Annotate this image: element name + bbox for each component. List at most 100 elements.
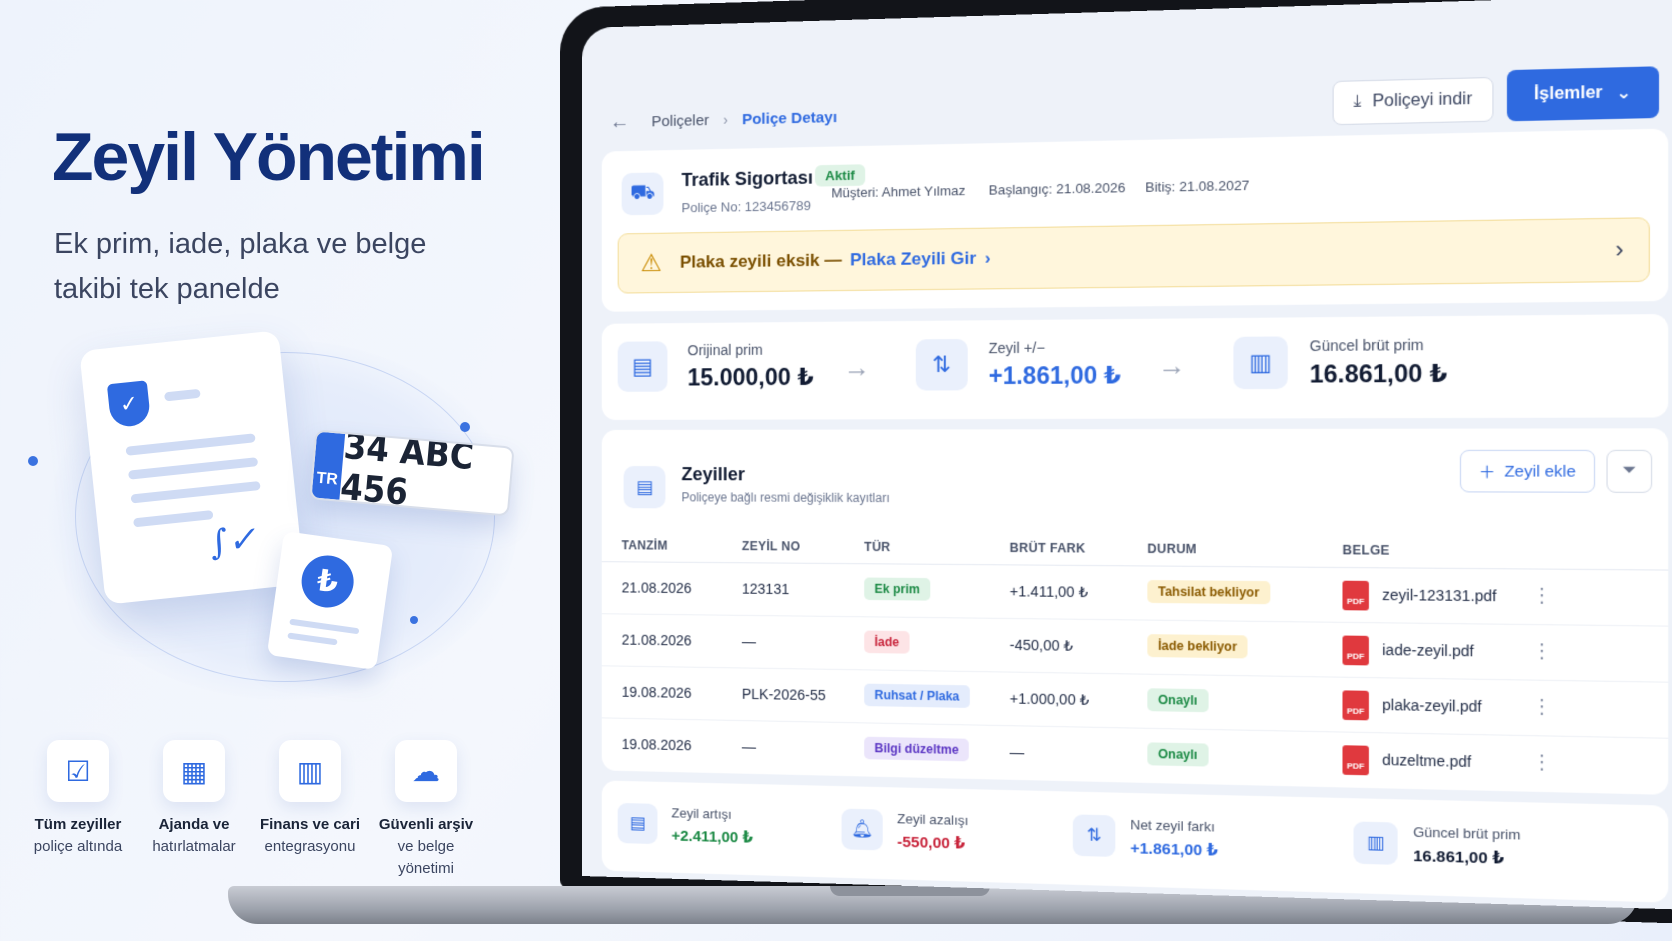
doc-line [130,480,261,504]
doc-line [133,510,214,528]
bell-icon: 🔔︎ [841,808,883,851]
chevron-right-icon: › [984,248,991,268]
pdf-icon: PDF [1342,580,1369,611]
column-header[interactable]: DURUM [1147,542,1197,557]
feature-title: Finans ve cari [259,816,361,833]
document-link[interactable]: iade-zeyil.pdf [1382,641,1474,659]
type-badge: Ek prim [864,577,931,601]
feature-item: ☁ Güvenli arşiv ve belge yönetimi [368,740,484,880]
lira-icon: ₺ [298,552,357,611]
doc-line [164,388,201,402]
current-gross-premium: ▥ Güncel brüt prim 16.861,00 ₺ [1233,335,1447,390]
actions-label: İşlemler [1534,83,1603,104]
cell-date: 19.08.2026 [621,735,692,754]
alert-chevron-icon[interactable]: › [1615,236,1623,264]
column-header[interactable]: BRÜT FARK [1010,541,1086,556]
feature-title: Tüm zeyiller [34,816,122,833]
policy-card: ⛟ Trafik Sigortası Aktif Poliçe No: 1234… [601,128,1669,312]
policy-name: Trafik Sigortası [681,167,813,191]
pdf-icon: PDF [1342,635,1369,666]
document-link[interactable]: zeyil-123131.pdf [1382,586,1496,604]
download-icon: ⤓ [1353,92,1362,112]
total-increase-value: +2.411,00 ₺ [671,826,753,847]
document-card: ✓ ∫✓ [79,330,305,605]
kebab-menu-icon[interactable]: ⋮ [1532,584,1552,607]
endorsement-change-label: Zeyil +/− [988,338,1046,356]
endorsements-title: Zeyiller [681,464,745,485]
feature-item: ▦ Ajanda ve hatırlatmalar [136,740,252,880]
cell-endorsement-no: — [741,633,757,650]
orbit-dot [28,456,38,466]
promo-subtitle: Ek prim, iade, plaka ve belge takibi tek… [54,228,427,305]
cell-gross-diff: — [1009,743,1025,761]
arrow-right-icon: → [1158,349,1186,382]
back-arrow-icon[interactable]: ← [610,110,630,134]
status-badge: Onaylı [1147,742,1209,767]
total-decrease-label: Zeyil azalışı [897,810,969,828]
cell-endorsement-no: 123131 [741,580,790,598]
feature-title: Ajanda ve [158,816,230,833]
download-policy-button[interactable]: ⤓ Poliçeyi indir [1332,76,1494,126]
kebab-menu-icon[interactable]: ⋮ [1532,640,1552,663]
feature-item: ☑ Tüm zeyiller poliçe altında [20,740,136,880]
endorsements-card: ▤ Zeyiller Poliçeye bağlı resmi değişikl… [601,428,1669,795]
original-premium-value: 15.000,00 ₺ [687,363,814,391]
cell-date: 21.08.2026 [621,579,692,597]
chevron-down-icon: ⌄ [1616,84,1632,103]
feature-caption: ve belge yönetimi [397,838,455,877]
missing-plate-alert: ⚠ Plaka zeyili eksik — Plaka Zeyili Gir … [617,217,1650,294]
cell-gross-diff: -450,00 ₺ [1009,636,1074,654]
receipt-line [287,632,338,646]
original-premium: ▤ Orijinal prim 15.000,00 ₺ [617,340,814,392]
policy-start-date: Başlangıç: 21.08.2026 [988,179,1126,198]
add-endorsement-button[interactable]: ＋ Zeyil ekle [1459,449,1596,493]
column-header[interactable]: TÜR [864,540,890,554]
up-down-arrows-icon: ⇅ [915,338,968,391]
column-header[interactable]: TANZİM [622,538,668,552]
endorsements-subtitle: Poliçeye bağlı resmi değişiklik kayıtlar… [681,490,890,506]
type-badge: Bilgi düzeltme [864,736,970,762]
enter-plate-endorsement-link[interactable]: Plaka Zeyili Gir [850,248,976,270]
total-decrease: 🔔︎ Zeyil azalışı -550,00 ₺ [841,808,969,853]
kebab-menu-icon[interactable]: ⋮ [1532,751,1552,774]
checklist-icon: ☑ [47,740,109,802]
original-premium-label: Orijinal prim [687,341,763,358]
promo-title: Zeyil Yönetimi [52,119,486,195]
receipt-line [289,618,360,635]
total-increase: ▤ Zeyil artışı +2.411,00 ₺ [617,802,753,847]
cell-date: 19.08.2026 [621,683,692,701]
kebab-menu-icon[interactable]: ⋮ [1532,696,1552,719]
policy-end-date: Bitiş: 21.08.2027 [1145,177,1250,195]
type-badge: Ruhsat / Plaka [864,683,970,708]
column-header[interactable]: ZEYİL NO [742,539,800,554]
calendar-bell-icon: ▦ [163,740,225,802]
cell-gross-diff: +1.000,00 ₺ [1009,690,1090,709]
feature-title: Güvenli arşiv [378,816,474,833]
document-link[interactable]: plaka-zeyil.pdf [1382,696,1482,715]
filter-icon[interactable]: ⏷ [1606,449,1653,493]
up-down-arrows-icon: ⇅ [1072,814,1116,857]
document-icon: ▤ [623,466,666,509]
current-gross-value: 16.861,00 ₺ [1413,846,1504,868]
endorsement-change-value: +1.861,00 ₺ [988,361,1122,389]
status-badge: Aktif [814,164,866,187]
document-link[interactable]: duzeltme.pdf [1382,751,1471,770]
car-icon: ⛟ [621,172,664,216]
breadcrumb-parent[interactable]: Poliçeler [651,111,709,129]
arrow-right-icon: → [843,351,871,383]
add-endorsement-label: Zeyil ekle [1504,462,1576,481]
feature-list: ☑ Tüm zeyiller poliçe altında ▦ Ajanda v… [20,740,484,880]
policy-number: Poliçe No: 123456789 [681,197,811,216]
cell-endorsement-no: — [741,738,757,755]
plus-icon: ＋ [1478,463,1496,482]
feature-caption: hatırlatmalar [152,838,236,855]
total-decrease-value: -550,00 ₺ [897,832,966,853]
type-badge: İade [864,630,910,654]
current-gross-total: ▥ Güncel brüt prim 16.861,00 ₺ [1353,821,1521,868]
promo-illustration: ✓ ∫✓ TR 34 ABC 456 ₺ [20,320,520,720]
actions-button[interactable]: İşlemler ⌄ [1507,66,1660,122]
column-header[interactable]: BELGE [1342,543,1389,558]
policy-customer: Müşteri: Ahmet Yılmaz [831,182,966,201]
status-badge: Onaylı [1147,688,1209,713]
shield-check-icon: ✓ [106,380,152,429]
